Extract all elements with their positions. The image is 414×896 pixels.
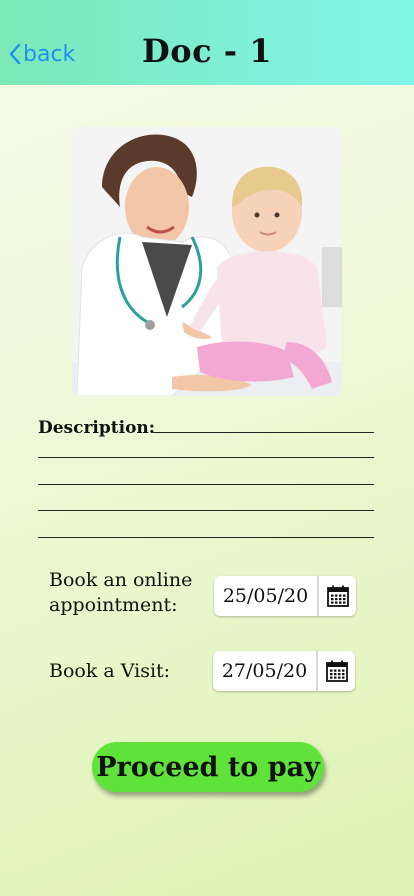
online-appointment-label-line2: appointment:: [49, 594, 178, 616]
description-line: [38, 537, 374, 538]
description-line: [38, 484, 374, 485]
online-appointment-date-value[interactable]: 25/05/20: [214, 576, 319, 616]
description-line: [38, 510, 374, 511]
visit-calendar-button[interactable]: [318, 651, 355, 691]
online-appointment-label: Book an online appointment:: [49, 568, 192, 618]
app-header: back Doc - 1: [0, 0, 414, 85]
visit-label: Book a Visit:: [49, 660, 171, 682]
visit-date-value[interactable]: 27/05/20: [213, 651, 318, 691]
page-title: Doc - 1: [142, 32, 272, 70]
calendar-icon: [325, 660, 348, 682]
doctor-photo: [72, 127, 342, 396]
proceed-to-pay-button[interactable]: Proceed to pay: [92, 742, 324, 792]
online-appointment-calendar-button[interactable]: [319, 576, 356, 616]
description-line: [38, 457, 374, 458]
doctor-with-baby-photo-icon: [72, 127, 342, 396]
description-line: [153, 432, 374, 433]
calendar-icon: [326, 585, 349, 607]
visit-date-field[interactable]: 27/05/20: [213, 651, 355, 691]
description-label: Description:: [38, 418, 156, 438]
online-appointment-date-field[interactable]: 25/05/20: [214, 576, 356, 616]
online-appointment-label-line1: Book an online: [49, 569, 193, 591]
